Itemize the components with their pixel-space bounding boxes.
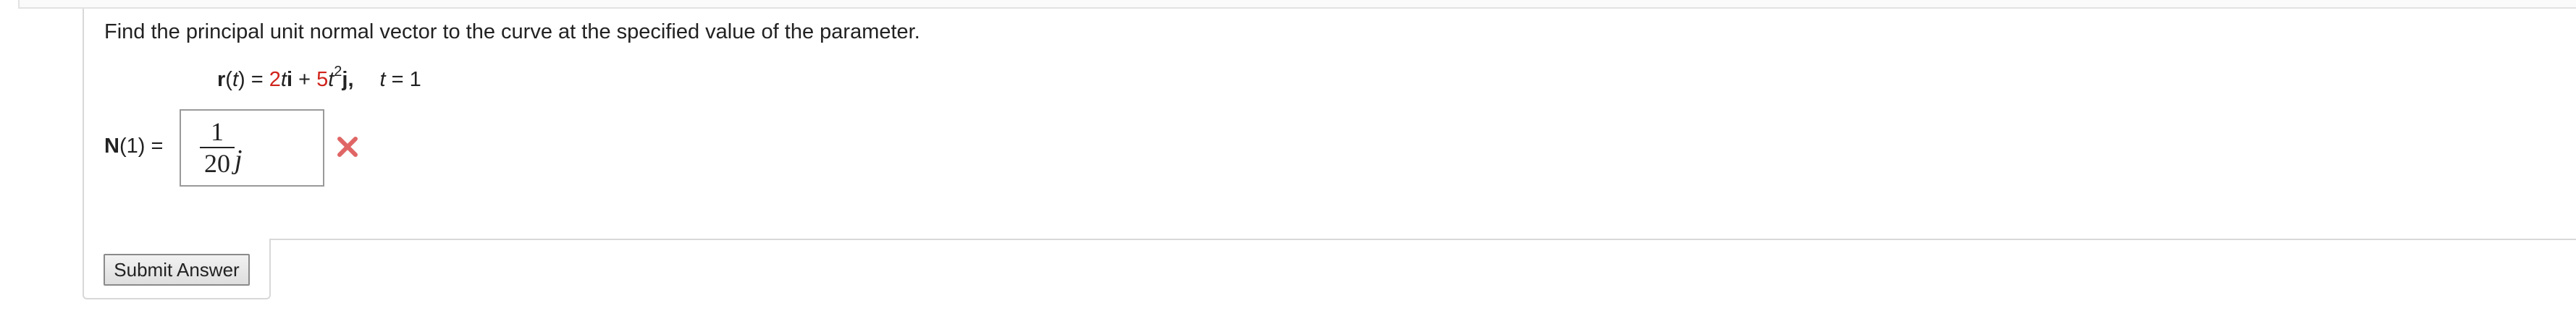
submit-answer-button[interactable]: Submit Answer bbox=[104, 254, 250, 286]
formula-i-vector: i bbox=[286, 68, 293, 91]
answer-label-rest: (1) = bbox=[119, 135, 164, 158]
x-mark-icon bbox=[337, 137, 358, 157]
formula-param-var: t bbox=[379, 68, 386, 91]
answer-input[interactable]: 1 20 j bbox=[180, 109, 324, 187]
answer-numerator: 1 bbox=[200, 116, 235, 148]
top-divider bbox=[18, 0, 2576, 9]
formula-r: r bbox=[217, 68, 226, 91]
answer-denominator: 20 bbox=[204, 149, 230, 178]
formula-t: t bbox=[232, 68, 239, 91]
formula-coefficient-1: 2 bbox=[269, 68, 281, 91]
formula-t1: t bbox=[280, 68, 287, 91]
formula-paren-open: ( bbox=[225, 68, 232, 91]
answer-fraction: 1 20 bbox=[200, 116, 235, 179]
formula-equals: = bbox=[245, 68, 269, 91]
answer-label-n: N bbox=[104, 135, 119, 158]
formula-paren-close: ) bbox=[238, 68, 245, 91]
parametric-formula: r(t) = 2ti + 5t2j, t = 1 bbox=[217, 64, 421, 94]
answer-variable: j bbox=[235, 145, 243, 175]
formula-plus: + bbox=[292, 68, 317, 91]
answer-label: N(1) = bbox=[104, 133, 163, 159]
formula-exponent: 2 bbox=[334, 64, 342, 80]
formula-param-eq: = 1 bbox=[385, 68, 421, 91]
formula-coefficient-2: 5 bbox=[316, 68, 329, 91]
question-prompt: Find the principal unit normal vector to… bbox=[104, 20, 920, 43]
formula-comma: , bbox=[348, 68, 354, 91]
